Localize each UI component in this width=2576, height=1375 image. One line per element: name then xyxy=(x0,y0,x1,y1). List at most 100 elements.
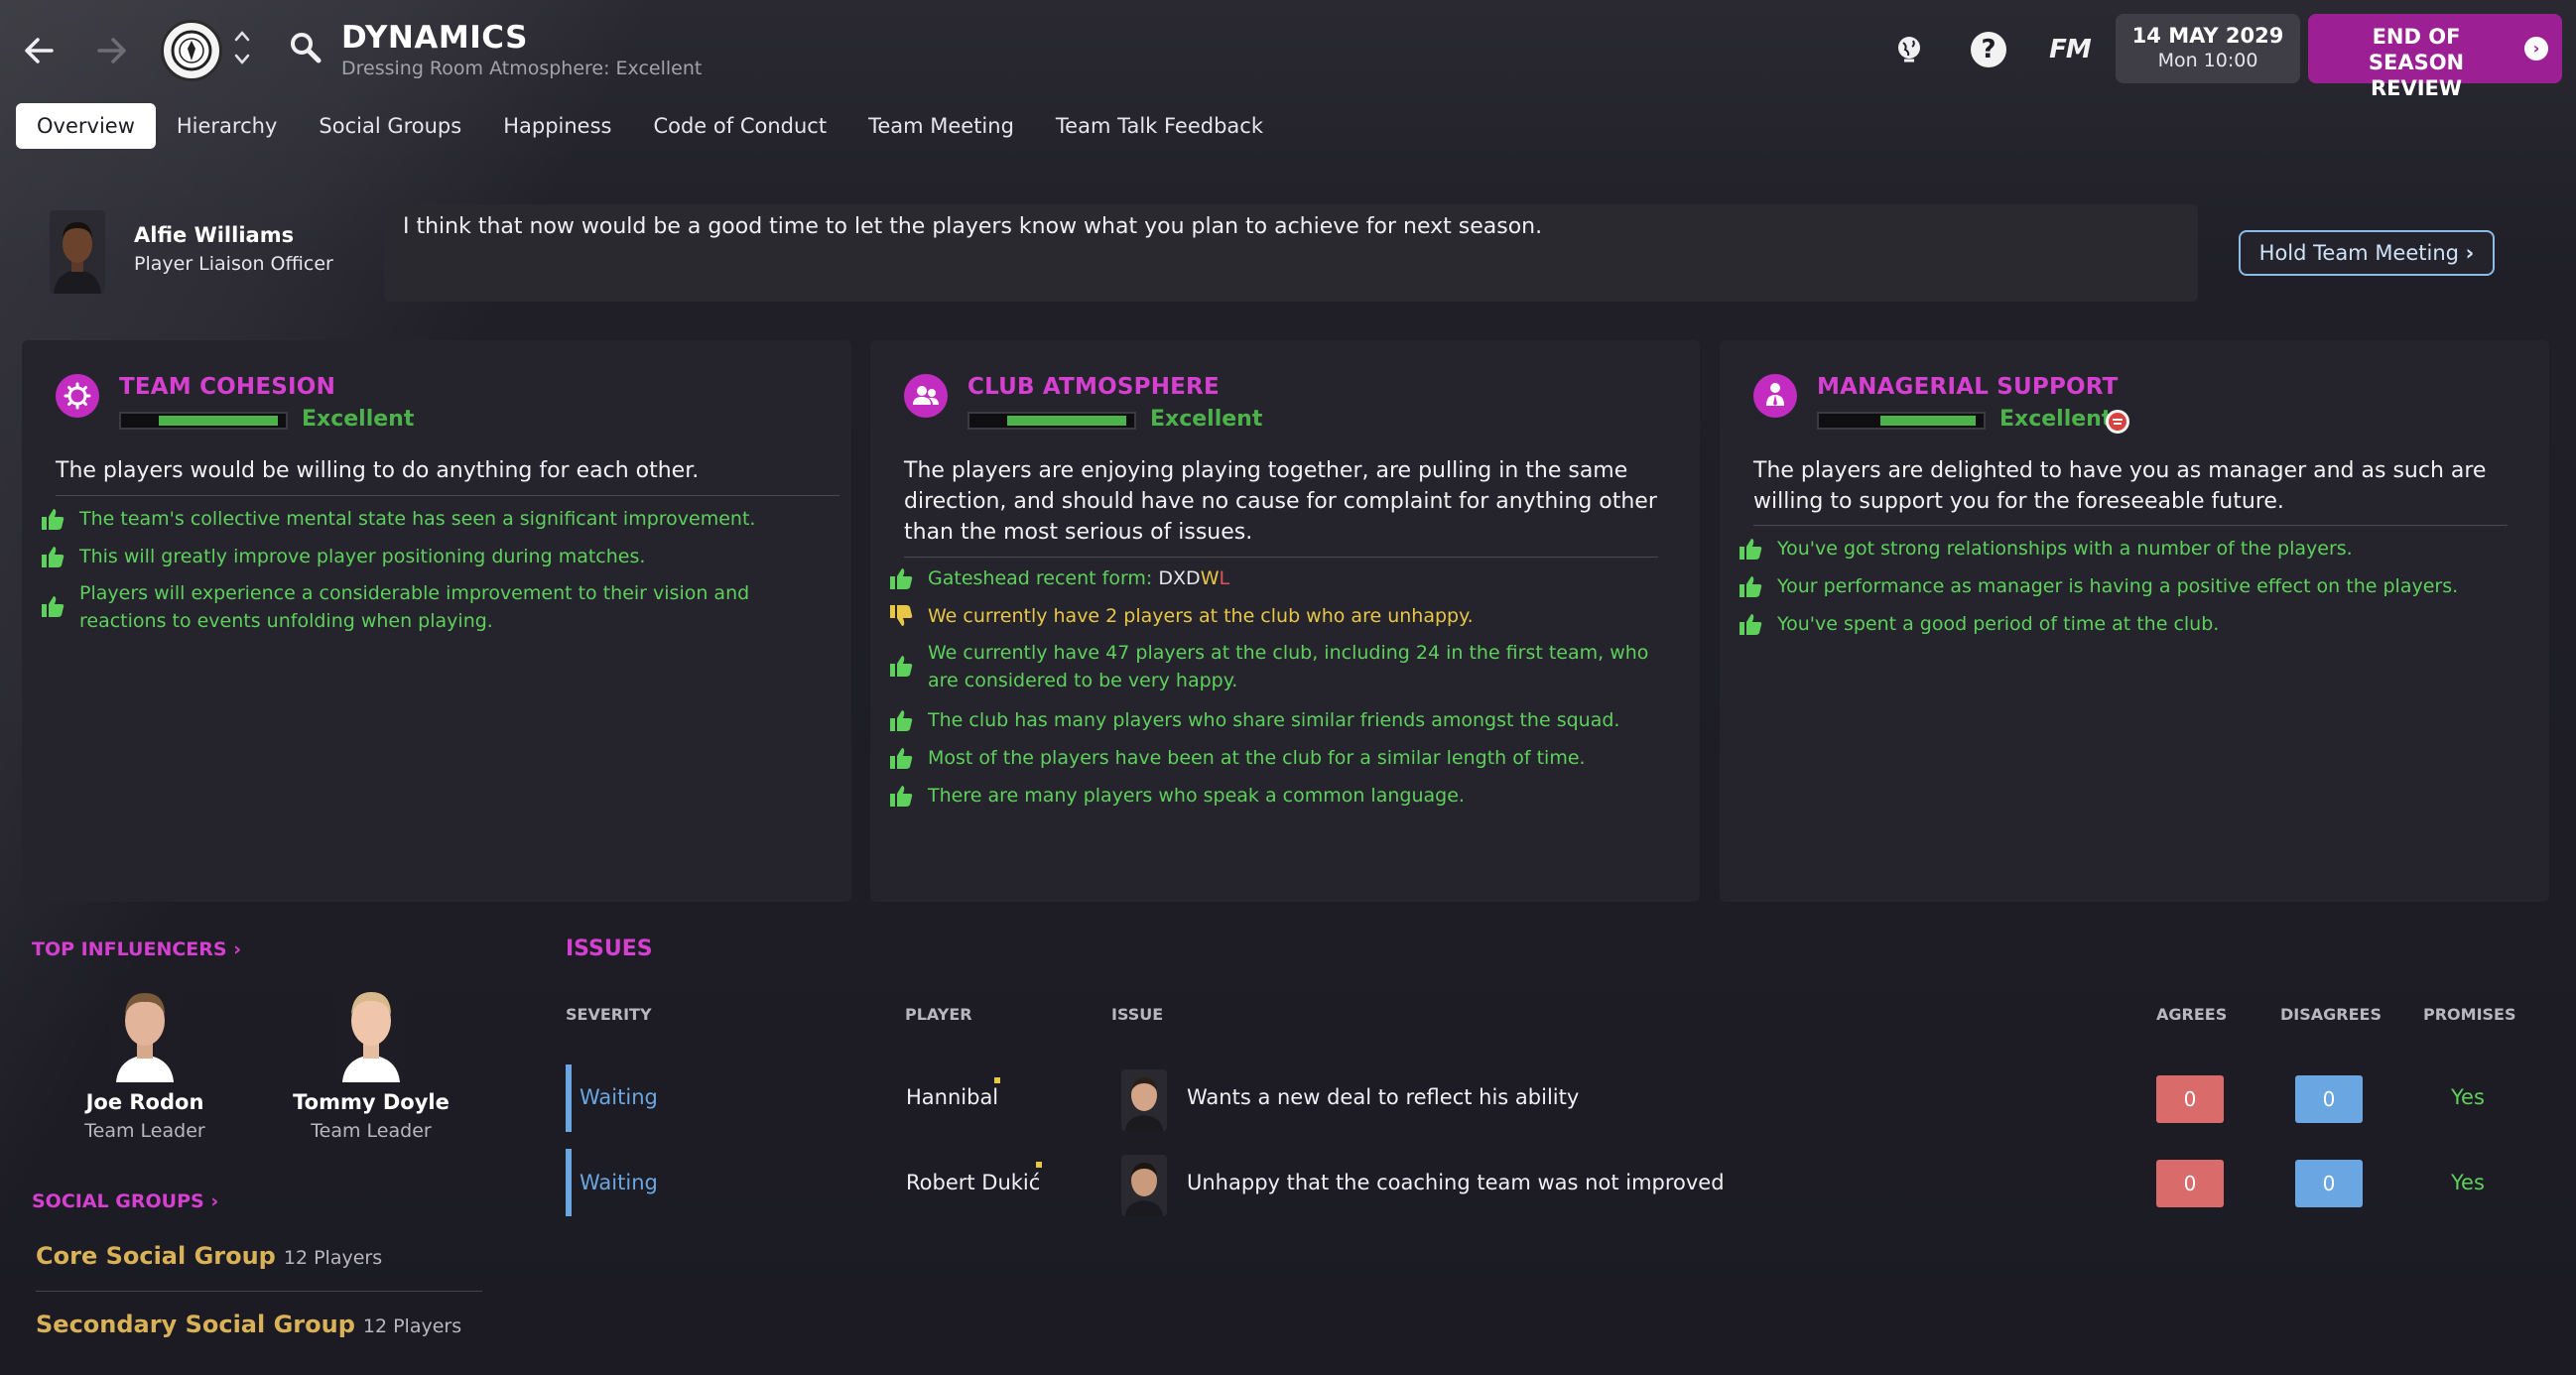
status-dot xyxy=(994,1077,1000,1083)
promises-value: Yes xyxy=(2451,1085,2485,1109)
thumbs-up-icon xyxy=(1739,539,1762,560)
social-group-item[interactable]: Secondary Social Group 12 Players xyxy=(36,1311,482,1338)
manager-badge-icon[interactable] xyxy=(2105,409,2130,435)
player-photo[interactable] xyxy=(1121,1155,1167,1216)
continue-button[interactable]: END OF SEASON REVIEW › xyxy=(2308,14,2562,100)
chevron-right-icon: › xyxy=(2524,37,2548,61)
atmosphere-level-bar xyxy=(967,412,1136,430)
influencer-card[interactable]: Tommy Doyle Team Leader xyxy=(282,975,460,1142)
form-result: W xyxy=(1200,567,1220,589)
globe-icon[interactable] xyxy=(1889,30,1929,69)
top-influencers-link[interactable]: TOP INFLUENCERS › xyxy=(32,938,241,960)
reason-item: Players will experience a considerable i… xyxy=(40,579,824,635)
reason-text: Your performance as manager is having a … xyxy=(1777,575,2459,597)
column-header-agrees[interactable]: AGREES xyxy=(2156,1005,2227,1024)
managerial-description: The players are delighted to have you as… xyxy=(1753,458,2487,514)
agrees-count[interactable]: 0 xyxy=(2156,1160,2224,1207)
social-group-count: 12 Players xyxy=(362,1315,462,1337)
column-header-promises[interactable]: PROMISES xyxy=(2423,1005,2516,1024)
reason-item: Most of the players have been at the clu… xyxy=(888,744,1672,772)
status-dot xyxy=(1036,1162,1042,1168)
tab-overview[interactable]: Overview xyxy=(16,103,156,149)
managerial-level-bar xyxy=(1817,412,1986,430)
disagrees-count[interactable]: 0 xyxy=(2295,1160,2363,1207)
form-label: Gateshead recent form: xyxy=(928,567,1159,589)
cohesion-description: The players would be willing to do anyth… xyxy=(56,458,700,483)
agrees-count[interactable]: 0 xyxy=(2156,1075,2224,1123)
club-badge[interactable] xyxy=(161,20,222,81)
help-icon[interactable]: ? xyxy=(1969,30,2008,69)
atmosphere-description: The players are enjoying playing togethe… xyxy=(904,458,1657,545)
issue-description: Wants a new deal to reflect his ability xyxy=(1187,1085,1580,1109)
influencer-card[interactable]: Joe Rodon Team Leader xyxy=(56,975,234,1142)
tab-social-groups[interactable]: Social Groups xyxy=(298,103,482,149)
chevron-right-icon: › xyxy=(203,1190,219,1212)
panel-title[interactable]: TEAM COHESION xyxy=(119,374,335,400)
search-icon[interactable] xyxy=(288,30,323,65)
advisor-avatar[interactable] xyxy=(50,210,105,294)
social-groups-link[interactable]: SOCIAL GROUPS › xyxy=(32,1190,218,1212)
fm-logo[interactable]: FM xyxy=(2048,30,2092,69)
recent-form[interactable]: Gateshead recent form: DXDWL xyxy=(928,564,1229,592)
forward-arrow-icon[interactable] xyxy=(87,26,137,75)
reason-text: We currently have 47 players at the club… xyxy=(928,642,1649,691)
advisor-name[interactable]: Alfie Williams xyxy=(134,223,294,247)
hold-team-meeting-button[interactable]: Hold Team Meeting › xyxy=(2239,230,2495,276)
cohesion-level-fill xyxy=(159,416,278,426)
reason-item: We currently have 47 players at the club… xyxy=(888,639,1672,694)
date-display[interactable]: 14 MAY 2029 Mon 10:00 xyxy=(2116,14,2300,83)
thumbs-up-icon xyxy=(890,568,913,589)
tab-team-talk-feedback[interactable]: Team Talk Feedback xyxy=(1035,103,1284,149)
disagrees-count[interactable]: 0 xyxy=(2295,1075,2363,1123)
severity-indicator xyxy=(566,1064,572,1132)
severity: Waiting xyxy=(580,1171,658,1194)
reason-text: Players will experience a considerable i… xyxy=(79,582,750,632)
continue-label: END OF SEASON REVIEW xyxy=(2368,25,2465,100)
cohesion-rating: Excellent xyxy=(302,407,415,432)
thumbs-up-icon xyxy=(1739,614,1762,635)
reason-text: This will greatly improve player positio… xyxy=(79,546,646,567)
column-header-disagrees[interactable]: DISAGREES xyxy=(2280,1005,2382,1024)
form-result: L xyxy=(1219,567,1230,589)
tab-happiness[interactable]: Happiness xyxy=(482,103,632,149)
column-header-issue[interactable]: ISSUE xyxy=(1111,1005,1163,1024)
form-result: X xyxy=(1173,567,1187,589)
promises-value: Yes xyxy=(2451,1171,2485,1194)
managerial-icon xyxy=(1753,374,1797,418)
reason-text: The club has many players who share simi… xyxy=(928,709,1620,731)
reason-text: There are many players who speak a commo… xyxy=(928,785,1465,807)
issues-title: ISSUES xyxy=(566,937,653,961)
influencer-name: Tommy Doyle xyxy=(293,1090,450,1114)
chevron-right-icon: › xyxy=(2465,241,2475,265)
reason-text: We currently have 2 players at the club … xyxy=(928,605,1474,627)
reason-item: Your performance as manager is having a … xyxy=(1738,572,2521,600)
thumbs-up-icon xyxy=(890,786,913,807)
player-photo[interactable] xyxy=(1121,1069,1167,1131)
divider xyxy=(56,495,839,496)
thumbs-down-icon xyxy=(890,605,913,626)
thumbs-up-icon xyxy=(890,710,913,731)
back-arrow-icon[interactable] xyxy=(14,26,64,75)
tab-code-of-conduct[interactable]: Code of Conduct xyxy=(632,103,847,149)
player-name[interactable]: Hannibal xyxy=(906,1085,998,1109)
influencer-role: Team Leader xyxy=(311,1120,432,1142)
tab-hierarchy[interactable]: Hierarchy xyxy=(156,103,299,149)
panel-title[interactable]: CLUB ATMOSPHERE xyxy=(967,374,1220,400)
column-header-severity[interactable]: SEVERITY xyxy=(566,1005,652,1024)
player-photo xyxy=(336,975,406,1082)
social-group-item[interactable]: Core Social Group 12 Players xyxy=(36,1242,482,1270)
hold-team-meeting-label: Hold Team Meeting xyxy=(2258,241,2459,265)
reason-item: You've spent a good period of time at th… xyxy=(1738,610,2521,638)
tab-team-meeting[interactable]: Team Meeting xyxy=(847,103,1035,149)
player-name[interactable]: Robert Dukić xyxy=(906,1171,1040,1194)
form-result: D xyxy=(1158,567,1174,589)
panel-title[interactable]: MANAGERIAL SUPPORT xyxy=(1817,374,2119,400)
reason-text: The team's collective mental state has s… xyxy=(79,508,756,530)
severity-indicator xyxy=(566,1149,572,1216)
atmosphere-level-fill xyxy=(1007,416,1126,426)
column-header-player[interactable]: PLAYER xyxy=(905,1005,972,1024)
managerial-support-panel: MANAGERIAL SUPPORT Excellent The players… xyxy=(1720,340,2549,902)
atmosphere-rating: Excellent xyxy=(1150,407,1263,432)
reason-text: You've got strong relationships with a n… xyxy=(1777,538,2353,560)
club-switcher-chevrons-icon[interactable] xyxy=(230,26,254,75)
